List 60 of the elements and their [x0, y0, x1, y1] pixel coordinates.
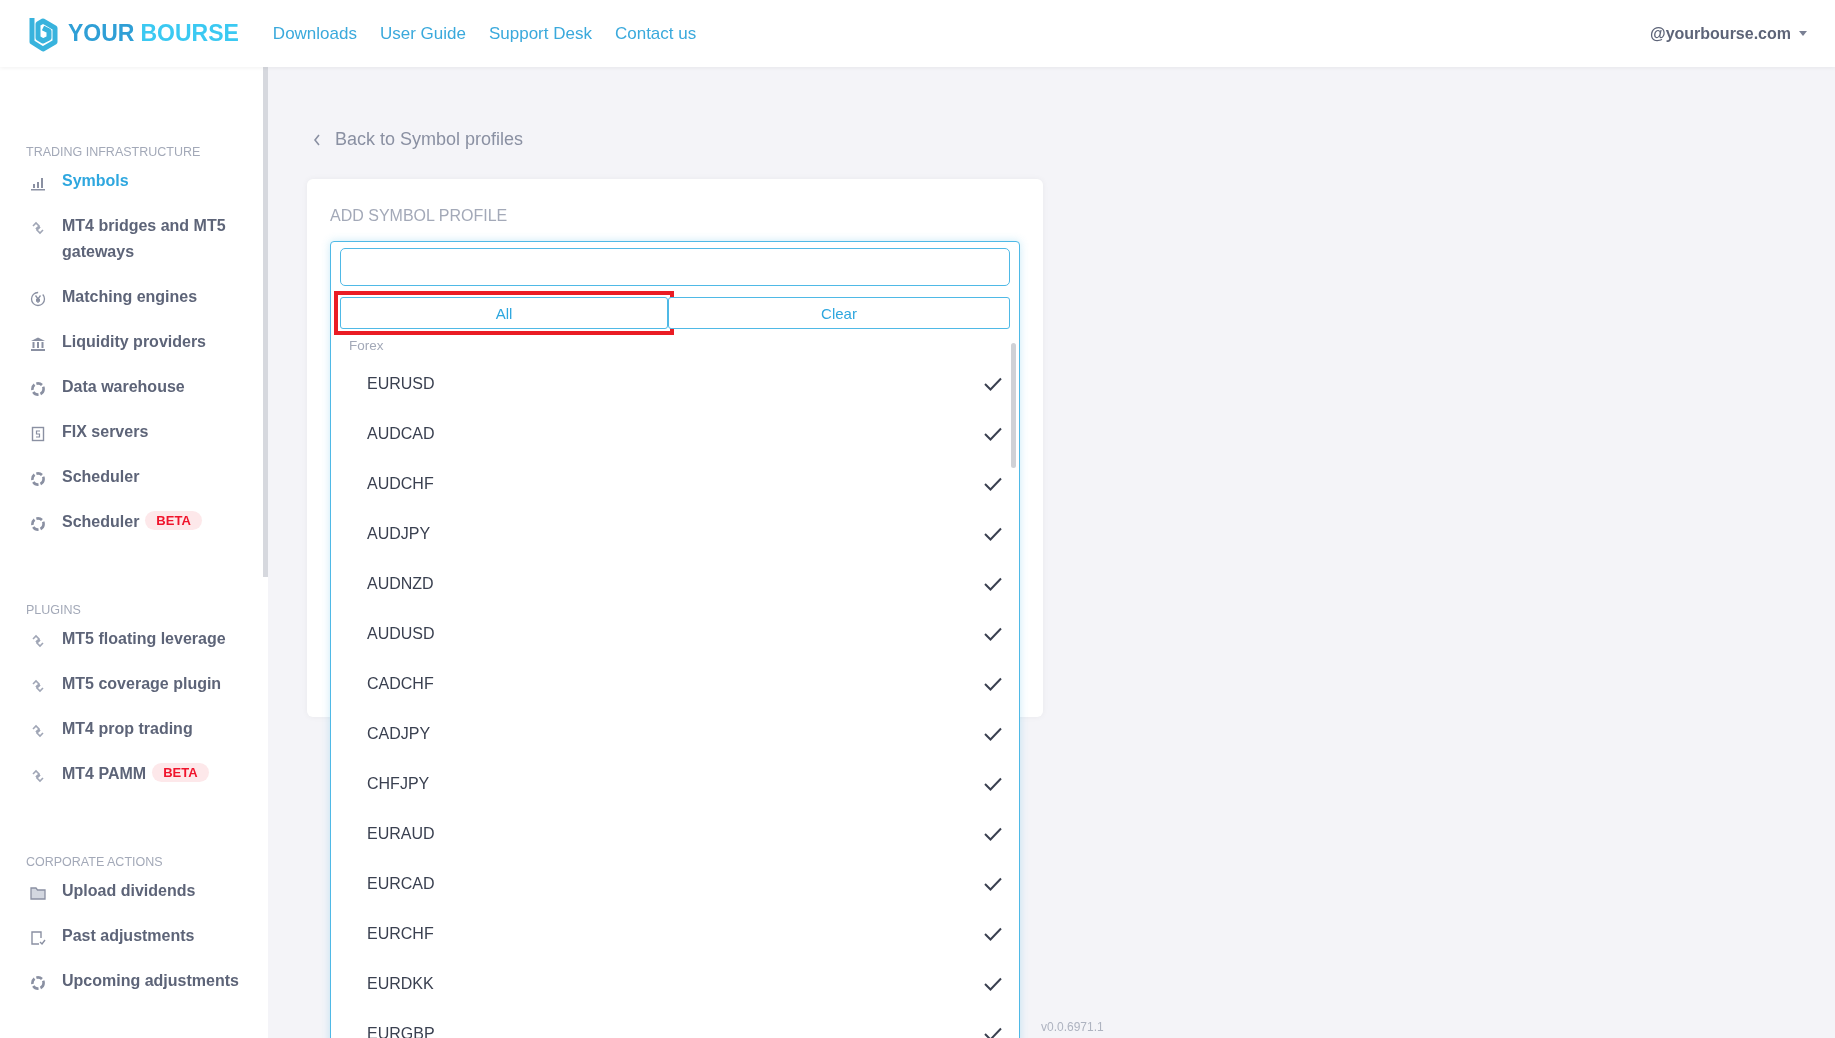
caret-icon[interactable] [1799, 31, 1807, 36]
version-text: v0.0.6971.1 [1041, 1020, 1104, 1034]
option-label[interactable]: AUDCHF [367, 475, 434, 493]
bar-chart-icon [30, 175, 46, 191]
card-title: ADD SYMBOL PROFILE [330, 207, 509, 225]
logo-text: BOURSE [140, 20, 239, 47]
sidebar-link[interactable]: FIX servers [62, 419, 149, 445]
folder-icon [30, 885, 46, 901]
search-field[interactable] [340, 248, 1010, 286]
sidebar-link[interactable]: Scheduler [62, 464, 140, 490]
beta-badge: BETA [145, 511, 202, 530]
ring-icon [30, 516, 46, 532]
bank-icon [30, 336, 46, 352]
option-label[interactable]: AUDJPY [367, 525, 431, 543]
user-menu[interactable]: @yourbourse.com [1650, 24, 1791, 43]
sidebar-link[interactable]: Liquidity providers [62, 329, 206, 355]
option-label[interactable]: CADCHF [367, 675, 434, 693]
scrollbar[interactable] [263, 67, 268, 577]
link-icon [30, 768, 46, 784]
section-heading: CORPORATE ACTIONS [26, 855, 164, 869]
link-icon [30, 220, 46, 236]
sidebar-link[interactable]: Upload dividends [62, 878, 196, 904]
option-label[interactable]: EURDKK [367, 975, 434, 993]
option-label[interactable]: EURCHF [367, 925, 434, 943]
section-heading: TRADING INFRASTRUCTURE [26, 145, 202, 159]
group-label: Forex [349, 338, 385, 353]
chevron-left-icon[interactable] [313, 133, 321, 146]
option-label[interactable]: CHFJPY [367, 775, 430, 793]
beta-badge: BETA [152, 763, 209, 782]
sidebar-link[interactable]: Scheduler [62, 509, 140, 535]
link-icon [30, 723, 46, 739]
sidebar-link[interactable]: MT4 prop trading [62, 716, 193, 742]
sidebar-link[interactable]: MT5 coverage plugin [62, 671, 222, 697]
option-label[interactable]: CADJPY [367, 725, 431, 743]
logo-text: YOUR [68, 20, 135, 47]
ring-icon [30, 471, 46, 487]
option-label[interactable]: AUDNZD [367, 575, 434, 593]
scrollbar[interactable] [1011, 343, 1016, 468]
option-label[interactable]: EURAUD [367, 825, 435, 843]
link-icon [30, 633, 46, 649]
back-link[interactable]: Back to Symbol profiles [335, 129, 524, 150]
sidebar-link[interactable]: Matching engines [62, 284, 198, 310]
link-icon [30, 678, 46, 694]
sidebar-link[interactable]: MT4 PAMM [62, 761, 147, 787]
section-heading: PLUGINS [26, 603, 82, 617]
sidebar-link[interactable]: MT4 bridges and MT5 gateways [62, 213, 256, 265]
ring-icon [30, 975, 46, 991]
option-label[interactable]: AUDCAD [367, 425, 435, 443]
sidebar-link[interactable]: Data warehouse [62, 374, 185, 400]
sidebar-link[interactable]: MT5 floating leverage [62, 626, 226, 652]
hexagon-logo-icon [28, 15, 58, 52]
sidebar-link[interactable]: Past adjustments [62, 923, 195, 949]
document-check-icon [30, 930, 46, 946]
option-label[interactable]: EURUSD [367, 375, 435, 393]
option-label[interactable]: EURCAD [367, 875, 435, 893]
sidebar-link[interactable]: Upcoming adjustments [62, 968, 239, 994]
document-icon [30, 426, 46, 442]
ring-icon [30, 381, 46, 397]
yen-coin-icon [30, 291, 46, 307]
option-label[interactable]: AUDUSD [367, 625, 435, 643]
